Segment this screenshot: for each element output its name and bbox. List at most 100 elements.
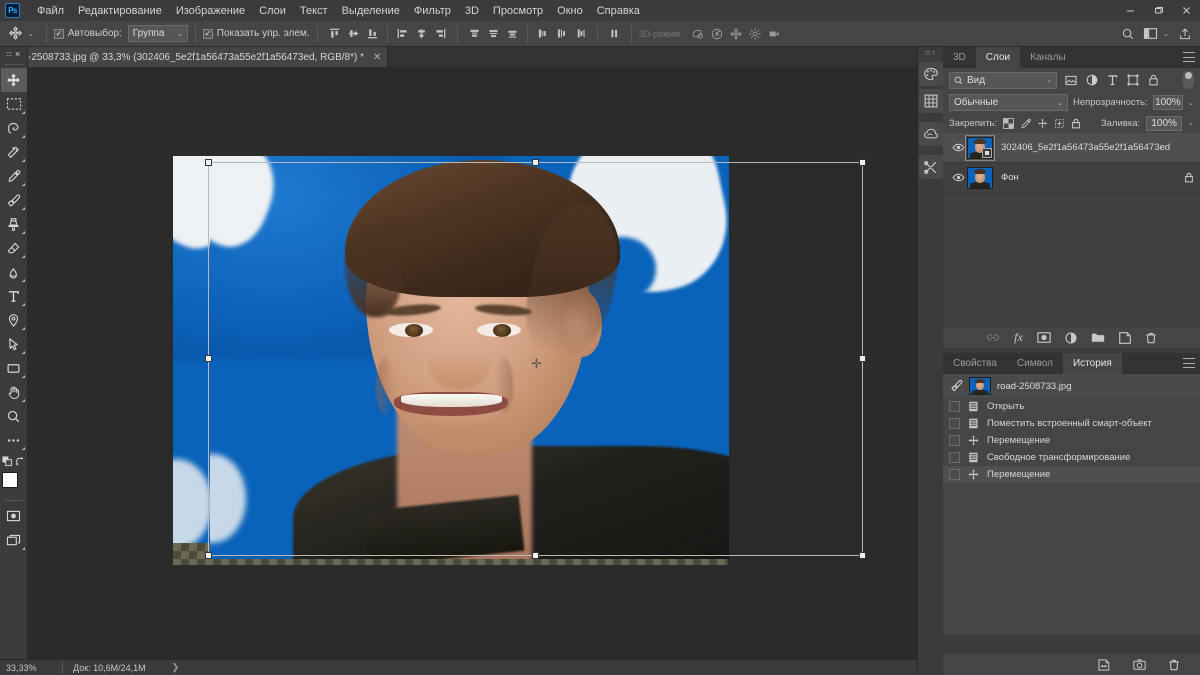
filter-smart-object-icon[interactable]: [1148, 74, 1159, 86]
slide-3d-icon[interactable]: [745, 24, 764, 44]
table-row[interactable]: 302406_5e2f1a56473a55e2f1a56473ed: [943, 133, 1200, 163]
distribute-right-edges-icon[interactable]: [571, 24, 590, 44]
rail-grip[interactable]: [923, 47, 939, 59]
layer-name[interactable]: Фон: [1001, 172, 1019, 183]
zoom-tool[interactable]: [1, 404, 27, 428]
new-adjustment-layer-icon[interactable]: [1065, 331, 1077, 344]
menu-filter[interactable]: Фильтр: [407, 2, 458, 20]
tab-character[interactable]: Символ: [1006, 353, 1063, 374]
list-item[interactable]: Перемещение: [943, 466, 1200, 483]
screen-mode-icon[interactable]: [1, 528, 27, 552]
history-brush-source-checkbox[interactable]: [949, 469, 960, 480]
layer-filter-type-dropdown[interactable]: Вид ⌄: [949, 71, 1057, 89]
table-row[interactable]: Фон: [943, 163, 1200, 193]
lock-artboard-nesting-icon[interactable]: [1054, 118, 1065, 129]
list-item[interactable]: Открыть: [943, 398, 1200, 415]
path-selection-tool[interactable]: [1, 332, 27, 356]
menu-layers[interactable]: Слои: [252, 2, 293, 20]
filter-enable-toggle[interactable]: [1183, 71, 1194, 89]
auto-select-scope-dropdown[interactable]: Группа ⌄: [127, 25, 188, 42]
history-brush-source-checkbox[interactable]: [949, 401, 960, 412]
distribute-vertical-centers-icon[interactable]: [484, 24, 503, 44]
roll-3d-icon[interactable]: [707, 24, 726, 44]
swap-colors-icon[interactable]: [15, 456, 26, 467]
menu-edit[interactable]: Редактирование: [71, 2, 169, 20]
workspace-chevron-down-icon[interactable]: ⌄: [1163, 30, 1169, 38]
rectangular-marquee-tool[interactable]: [1, 92, 27, 116]
fill-chevron-down-icon[interactable]: ⌄: [1188, 119, 1194, 127]
rectangle-tool[interactable]: [1, 356, 27, 380]
menu-window[interactable]: Окно: [550, 2, 590, 20]
align-top-edges-icon[interactable]: [325, 24, 344, 44]
share-icon[interactable]: [1174, 23, 1196, 45]
tab-history[interactable]: История: [1062, 353, 1122, 374]
delete-state-icon[interactable]: [1168, 659, 1180, 671]
align-horizontal-centers-icon[interactable]: [412, 24, 431, 44]
align-left-edges-icon[interactable]: [393, 24, 412, 44]
filter-type-icon[interactable]: [1107, 74, 1118, 86]
list-item[interactable]: Поместить встроенный смарт-объект: [943, 415, 1200, 432]
orbit-3d-icon[interactable]: [688, 24, 707, 44]
magic-wand-tool[interactable]: [1, 140, 27, 164]
document-image[interactable]: [210, 156, 729, 559]
new-group-icon[interactable]: [1091, 332, 1105, 343]
hand-tool[interactable]: [1, 380, 27, 404]
distribute-top-edges-icon[interactable]: [465, 24, 484, 44]
distribute-horizontal-centers-icon[interactable]: [552, 24, 571, 44]
color-swatches[interactable]: [1, 471, 27, 497]
zoom-level[interactable]: 33,33%: [0, 663, 62, 673]
clone-stamp-tool[interactable]: [1, 212, 27, 236]
list-item[interactable]: Свободное трансформирование: [943, 449, 1200, 466]
align-more-icon[interactable]: [605, 24, 624, 44]
edit-toolbar-button[interactable]: [1, 428, 27, 452]
transform-handle-middle-right[interactable]: [859, 355, 866, 362]
layer-thumbnail[interactable]: [967, 166, 993, 189]
tools-panel-grip[interactable]: [0, 47, 27, 61]
layers-panel-menu-icon[interactable]: [1183, 52, 1195, 62]
eyedropper-tool[interactable]: [1, 164, 27, 188]
pen-tool[interactable]: [1, 308, 27, 332]
tab-3d[interactable]: 3D: [943, 47, 976, 68]
quick-mask-icon[interactable]: [1, 504, 27, 528]
menu-view[interactable]: Просмотр: [486, 2, 550, 20]
maximize-button[interactable]: [1144, 0, 1172, 21]
history-snapshot-row[interactable]: road-2508733.jpg: [943, 374, 1200, 398]
layer-style-fx-icon[interactable]: fx: [1014, 330, 1023, 345]
new-document-from-state-icon[interactable]: [1098, 658, 1111, 671]
canvas-area[interactable]: ✛: [28, 67, 917, 659]
align-right-edges-icon[interactable]: [431, 24, 450, 44]
document-tab-close-icon[interactable]: ✕: [373, 52, 381, 63]
document-tab[interactable]: road-2508733.jpg @ 33,3% (302406_5e2f1a5…: [0, 47, 389, 67]
transform-handle-bottom-right[interactable]: [859, 552, 866, 559]
filter-adjustment-icon[interactable]: [1086, 74, 1098, 86]
menu-file[interactable]: Файл: [30, 2, 71, 20]
lock-transparent-pixels-icon[interactable]: [1003, 117, 1015, 129]
color-palette-icon[interactable]: [918, 62, 943, 86]
fill-value[interactable]: 100%: [1146, 115, 1183, 131]
filter-shape-icon[interactable]: [1127, 74, 1139, 86]
layer-visibility-toggle[interactable]: [949, 173, 967, 182]
workspace-icon[interactable]: [1139, 23, 1161, 45]
align-bottom-edges-icon[interactable]: [363, 24, 382, 44]
search-icon[interactable]: [1117, 23, 1139, 45]
current-tool-move-icon[interactable]: [4, 23, 26, 45]
status-expand-arrow-icon[interactable]: ❯: [172, 662, 180, 673]
lock-image-pixels-icon[interactable]: [1020, 118, 1032, 129]
close-button[interactable]: [1172, 0, 1200, 21]
delete-layer-icon[interactable]: [1145, 332, 1157, 344]
add-layer-mask-icon[interactable]: [1037, 332, 1051, 343]
type-tool[interactable]: [1, 284, 27, 308]
tool-preset-chevron[interactable]: ⌄: [28, 30, 34, 38]
auto-select-checkbox[interactable]: ✓: [53, 28, 64, 39]
list-item[interactable]: Перемещение: [943, 432, 1200, 449]
distribute-bottom-edges-icon[interactable]: [503, 24, 522, 44]
tools-adjustments-icon[interactable]: [918, 155, 943, 179]
link-layers-icon[interactable]: [986, 333, 1000, 342]
eraser-tool[interactable]: [1, 236, 27, 260]
layer-thumbnail[interactable]: [965, 134, 995, 161]
show-transform-controls-checkbox[interactable]: ✓: [202, 28, 213, 39]
align-vertical-centers-icon[interactable]: [344, 24, 363, 44]
opacity-value[interactable]: 100%: [1152, 95, 1184, 110]
opacity-chevron-down-icon[interactable]: ⌄: [1188, 99, 1194, 107]
camera-3d-icon[interactable]: [764, 24, 783, 44]
